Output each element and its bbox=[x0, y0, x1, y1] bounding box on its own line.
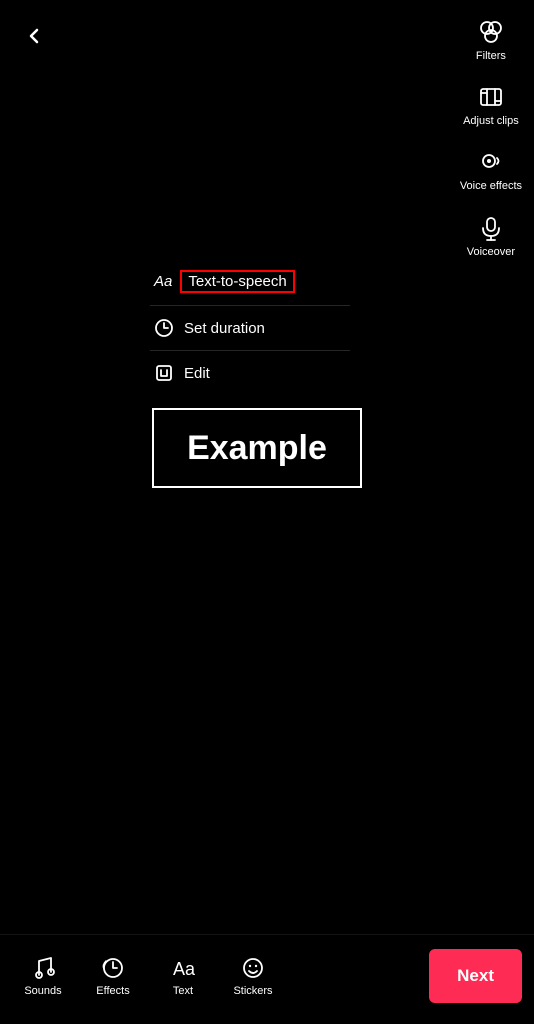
bottom-toolbar: Sounds Effects Aa Text bbox=[0, 934, 534, 1024]
context-menu: Aa Text-to-speech Set duration Edit bbox=[150, 258, 350, 395]
stickers-button[interactable]: Stickers bbox=[218, 947, 288, 1005]
right-toolbar: Filters Adjust clips Voice effects Voi bbox=[456, 10, 526, 267]
back-button[interactable] bbox=[16, 18, 52, 54]
adjust-clips-button[interactable]: Adjust clips bbox=[459, 75, 523, 136]
voice-effects-button[interactable]: Voice effects bbox=[456, 140, 526, 201]
effects-label: Effects bbox=[96, 985, 129, 997]
text-button[interactable]: Aa Text bbox=[148, 947, 218, 1005]
sounds-button[interactable]: Sounds bbox=[8, 947, 78, 1005]
stickers-label: Stickers bbox=[233, 985, 272, 997]
tts-icon: Aa bbox=[154, 273, 172, 290]
svg-text:Aa: Aa bbox=[173, 959, 196, 979]
voiceover-button[interactable]: Voiceover bbox=[461, 206, 521, 267]
effects-button[interactable]: Effects bbox=[78, 947, 148, 1005]
adjust-clips-label: Adjust clips bbox=[463, 115, 519, 128]
example-text-box[interactable]: Example bbox=[152, 408, 362, 488]
edit-button[interactable]: Edit bbox=[150, 351, 350, 395]
filters-button[interactable]: Filters bbox=[461, 10, 521, 71]
set-duration-label: Set duration bbox=[184, 320, 265, 337]
voice-effects-label: Voice effects bbox=[460, 180, 522, 193]
voiceover-label: Voiceover bbox=[467, 246, 515, 259]
text-label: Text bbox=[173, 985, 193, 997]
next-button[interactable]: Next bbox=[429, 949, 522, 1003]
filters-label: Filters bbox=[476, 50, 506, 63]
tts-label: Text-to-speech bbox=[180, 270, 294, 293]
text-to-speech-button[interactable]: Aa Text-to-speech bbox=[150, 258, 350, 306]
example-text: Example bbox=[187, 429, 327, 468]
edit-label: Edit bbox=[184, 365, 210, 382]
set-duration-button[interactable]: Set duration bbox=[150, 306, 350, 351]
sounds-label: Sounds bbox=[24, 985, 61, 997]
